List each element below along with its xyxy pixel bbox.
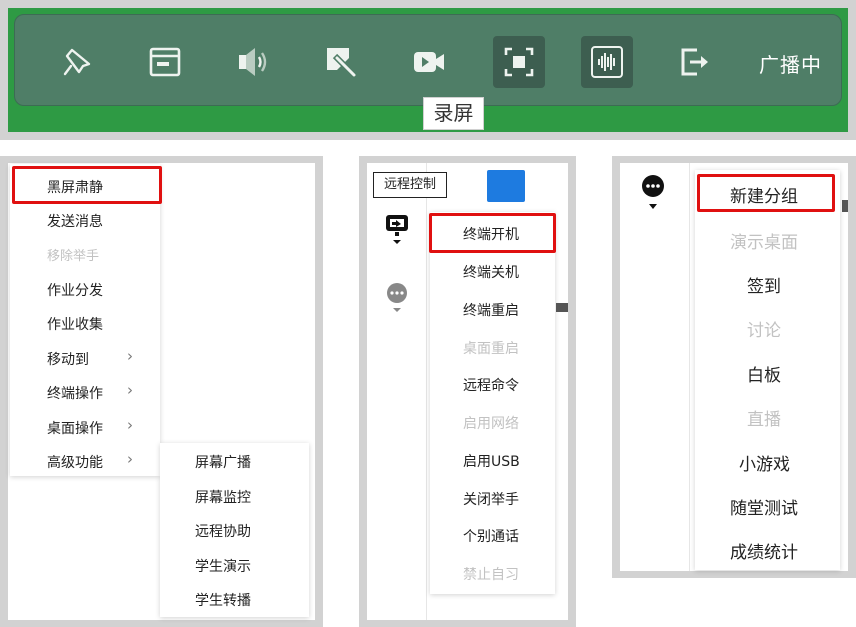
chevron-right-icon: › (127, 416, 133, 434)
menu-item-enable-network: 启用网络 (463, 416, 519, 432)
highlight-terminal-power-on (429, 213, 556, 253)
more-icon[interactable] (385, 282, 409, 314)
more-menu: 新建分组 演示桌面 签到 讨论 白板 直播 小游戏 随堂测试 成绩统计 (695, 170, 840, 570)
pin-icon[interactable] (51, 36, 103, 88)
broadcast-status: 广播中 (759, 53, 822, 77)
submenu-item-screen-broadcast[interactable]: 屏幕广播 (195, 452, 251, 472)
audio-wave-icon[interactable] (581, 36, 633, 88)
advanced-submenu: 屏幕广播 屏幕监控 远程协助 学生演示 学生转播 (160, 443, 309, 617)
menu-item-remove-hand: 移除举手 (47, 249, 100, 264)
highlight-black-screen (12, 166, 162, 204)
screen-record-icon[interactable] (493, 36, 545, 88)
menu-item-terminal-ops[interactable]: 终端操作 (47, 383, 103, 403)
menu-item-whiteboard[interactable]: 白板 (747, 361, 781, 386)
menu-item-demo-desktop: 演示桌面 (730, 233, 798, 253)
terminal-menu: 终端开机 终端关机 终端重启 桌面重启 远程命令 启用网络 启用USB 关闭举手… (430, 212, 555, 594)
menu-item-discussion: 讨论 (747, 321, 781, 341)
submenu-item-student-demo[interactable]: 学生演示 (195, 556, 251, 576)
exit-icon[interactable] (669, 36, 721, 88)
menu-item-individual-call[interactable]: 个别通话 (463, 526, 519, 546)
menu-item-sign-in[interactable]: 签到 (747, 272, 781, 297)
submenu-item-remote-assist[interactable]: 远程协助 (195, 521, 251, 541)
chevron-right-icon: › (127, 450, 133, 468)
submenu-item-student-relay[interactable]: 学生转播 (195, 590, 251, 610)
more-icon[interactable] (641, 174, 665, 212)
scrollbar-thumb[interactable] (842, 200, 848, 212)
video-icon[interactable] (403, 36, 455, 88)
menu-item-advanced[interactable]: 高级功能 (47, 452, 103, 472)
speaker-icon[interactable] (227, 36, 279, 88)
menu-item-terminal-shutdown[interactable]: 终端关机 (463, 262, 519, 282)
menu-item-desktop-ops[interactable]: 桌面操作 (47, 418, 103, 438)
tooltip-remote-control: 远程控制 (373, 172, 447, 198)
menu-item-move-to[interactable]: 移动到 (47, 349, 89, 369)
chevron-right-icon: › (127, 347, 133, 365)
menu-item-enable-usb[interactable]: 启用USB (463, 451, 520, 471)
menu-item-mini-game[interactable]: 小游戏 (739, 450, 790, 475)
menu-item-quiz[interactable]: 随堂测试 (730, 494, 798, 519)
menu-item-remote-command[interactable]: 远程命令 (463, 375, 519, 395)
tooltip-screen-record: 录屏 (423, 97, 484, 130)
menu-item-live: 直播 (747, 410, 781, 430)
app-thumbnail-icon[interactable] (487, 170, 525, 202)
monitor-icon[interactable] (385, 214, 409, 246)
menu-item-collect-homework[interactable]: 作业收集 (47, 314, 103, 334)
chevron-right-icon: › (127, 381, 133, 399)
menu-item-grade-stats[interactable]: 成绩统计 (730, 538, 798, 563)
more-icon-column (620, 163, 690, 571)
broadcast-toolbar: 广播中 (14, 14, 842, 106)
context-menu: 黑屏肃静 发送消息 移除举手 作业分发 作业收集 移动到 › 终端操作 › 桌面… (10, 164, 160, 476)
window-icon[interactable] (139, 36, 191, 88)
menu-item-desktop-restart: 桌面重启 (463, 341, 519, 357)
menu-item-disable-self-study: 禁止自习 (463, 567, 519, 583)
magic-wand-icon[interactable] (315, 36, 367, 88)
menu-item-send-message[interactable]: 发送消息 (47, 211, 103, 231)
menu-item-distribute-homework[interactable]: 作业分发 (47, 280, 103, 300)
menu-item-disable-hand[interactable]: 关闭举手 (463, 489, 519, 509)
submenu-item-screen-monitor[interactable]: 屏幕监控 (195, 487, 251, 507)
highlight-new-group (697, 174, 835, 212)
scrollbar-thumb[interactable] (556, 303, 568, 312)
menu-item-terminal-restart[interactable]: 终端重启 (463, 300, 519, 320)
